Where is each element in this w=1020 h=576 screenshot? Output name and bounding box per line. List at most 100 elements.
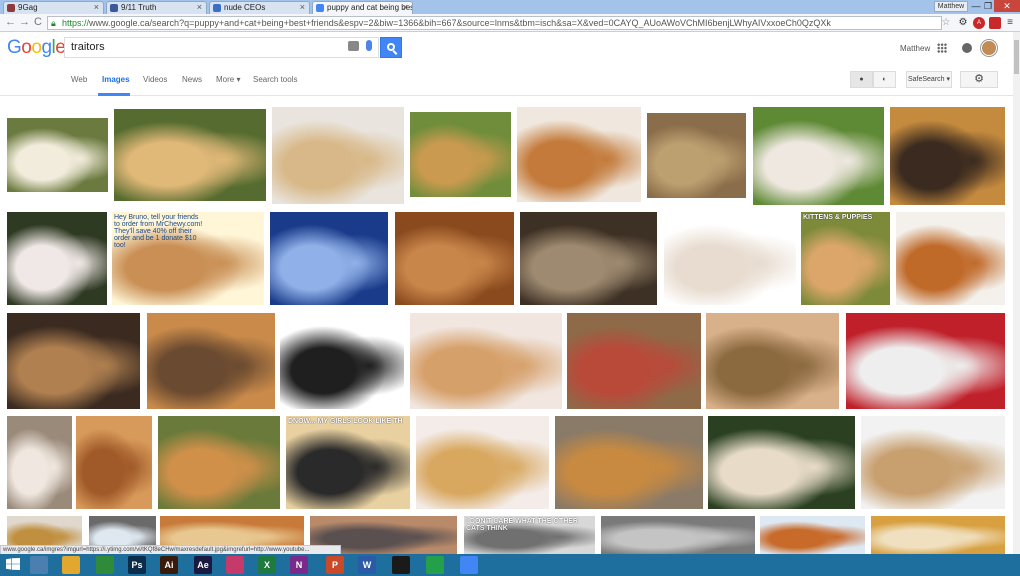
taskbar-app-icon[interactable] [392,556,410,574]
public-results-button[interactable]: ◐ [873,71,896,88]
image-result-thumbnail[interactable]: KITTENS & PUPPIES [801,212,890,305]
image-result-thumbnail[interactable] [708,416,855,509]
taskbar-app-icon[interactable] [226,556,244,574]
safesearch-menu[interactable]: SafeSearch ▾ [906,71,952,88]
taskbar-app-icon[interactable]: Ps [128,556,146,574]
settings-gear-icon[interactable]: ⚙ [960,71,998,88]
image-result-thumbnail[interactable] [846,313,1005,409]
camera-icon[interactable] [348,41,359,51]
taskbar-app-icon[interactable]: X [258,556,276,574]
person-icon: ● [859,76,864,83]
forward-icon[interactable]: → [19,16,30,28]
image-result-thumbnail[interactable] [7,416,72,509]
taskbar-app-icon[interactable] [426,556,444,574]
image-result-thumbnail[interactable]: I DON'T CARE WHAT THE OTHER CATS THINK [464,516,595,554]
tab-nude-ceos[interactable]: nude CEOs × [209,1,310,14]
image-result-thumbnail[interactable] [861,416,1005,509]
image-result-thumbnail[interactable] [896,212,1005,305]
taskbar-app-icon[interactable] [96,556,114,574]
profile-badge[interactable]: Matthew [934,1,968,12]
tab-web[interactable]: Web [71,75,87,84]
adblock-icon[interactable]: A [973,17,985,29]
taskbar-app-icon[interactable] [460,556,478,574]
more-menu[interactable]: More ▾ [216,75,240,84]
taskbar-app-icon[interactable] [62,556,80,574]
image-result-thumbnail[interactable]: Hey Bruno, tell your friends to order fr… [112,212,264,305]
windows-taskbar: Ps Ai Ae X N P W [0,554,1020,576]
image-result-thumbnail[interactable] [706,313,839,409]
image-result-thumbnail[interactable] [664,212,796,305]
image-result-thumbnail[interactable] [647,113,746,198]
menu-icon[interactable]: ≡ [1004,17,1016,29]
search-button[interactable] [380,37,402,58]
active-tab-indicator [98,93,130,96]
tab-images[interactable]: Images [102,75,130,84]
reload-icon[interactable]: C [34,16,42,28]
tab-google-images[interactable]: puppy and cat being best × [312,1,413,14]
bookmark-star-icon[interactable]: ☆ [940,17,952,29]
image-result-thumbnail[interactable] [395,212,514,305]
image-caption: KITTENS & PUPPIES [803,214,873,221]
tab-9gag[interactable]: 9Gag × [3,1,104,14]
image-result-thumbnail[interactable] [7,313,140,409]
image-result-thumbnail[interactable] [114,109,266,201]
taskbar-app-icon[interactable]: P [326,556,344,574]
private-results-button[interactable]: ● [850,71,873,88]
image-result-thumbnail[interactable] [567,313,701,409]
image-result-thumbnail[interactable] [158,416,280,509]
logo-letter: G [7,37,22,58]
image-result-thumbnail[interactable] [760,516,865,554]
image-result-thumbnail[interactable] [76,416,152,509]
image-result-thumbnail[interactable] [410,313,562,409]
search-input[interactable]: traitors [64,37,379,58]
image-result-thumbnail[interactable] [416,416,549,509]
taskbar-app-icon[interactable]: Ai [160,556,178,574]
tab-911-truth[interactable]: 9/11 Truth × [106,1,207,14]
tab-videos[interactable]: Videos [143,75,167,84]
taskbar-app-icon[interactable]: N [290,556,308,574]
avatar[interactable] [981,40,997,56]
notifications-icon[interactable] [962,43,972,53]
tab-close-icon[interactable]: × [403,2,408,13]
image-result-thumbnail[interactable] [280,313,404,409]
url-text: www.google.ca/search?q=puppy+and+cat+bei… [89,18,831,28]
tab-close-icon[interactable]: × [94,2,99,13]
search-tools-button[interactable]: Search tools [253,75,297,84]
image-result-thumbnail[interactable] [890,107,1005,205]
image-result-thumbnail[interactable] [517,107,641,202]
image-result-thumbnail[interactable] [147,313,275,409]
url-bar[interactable]: 🔒︎ https://www.google.ca/search?q=puppy+… [47,16,942,30]
image-result-thumbnail[interactable] [410,112,511,197]
taskbar-app-icon[interactable] [30,556,48,574]
image-result-thumbnail[interactable] [7,212,107,305]
image-result-thumbnail[interactable] [555,416,703,509]
close-window-button[interactable]: ✕ [994,0,1020,12]
tab-label: nude CEOs [224,3,266,12]
settings-gear-icon[interactable]: ⚙ [957,17,969,29]
back-icon[interactable]: ← [5,16,16,28]
image-result-thumbnail[interactable] [520,212,657,305]
image-result-thumbnail[interactable] [601,516,755,554]
tab-label: puppy and cat being best [327,3,413,12]
taskbar-app-icon[interactable]: W [358,556,376,574]
scrollbar[interactable] [1013,32,1020,554]
image-result-thumbnail[interactable] [871,516,1005,554]
tab-news[interactable]: News [182,75,202,84]
image-result-thumbnail[interactable] [753,107,884,205]
image-result-thumbnail[interactable] [270,212,388,305]
search-toolbar: Web Images Videos News More ▾ Search too… [0,65,1013,96]
image-result-thumbnail[interactable] [7,118,108,192]
apps-grid-icon[interactable] [937,43,947,53]
microphone-icon[interactable] [366,40,372,51]
image-result-thumbnail[interactable] [272,107,404,204]
image-result-thumbnail[interactable]: DNOW... MY GIRLS LOOK LIKE TH [286,416,410,509]
maximize-button[interactable]: ❐ [982,0,994,12]
tab-close-icon[interactable]: × [197,2,202,13]
taskbar-app-icon[interactable]: Ae [194,556,212,574]
scrollbar-thumb[interactable] [1014,40,1019,74]
extension-icon[interactable] [989,17,1001,29]
tab-close-icon[interactable]: × [300,2,305,13]
account-name[interactable]: Matthew [900,44,930,53]
google-logo[interactable]: Google [7,37,66,59]
minimize-button[interactable]: — [970,0,982,12]
